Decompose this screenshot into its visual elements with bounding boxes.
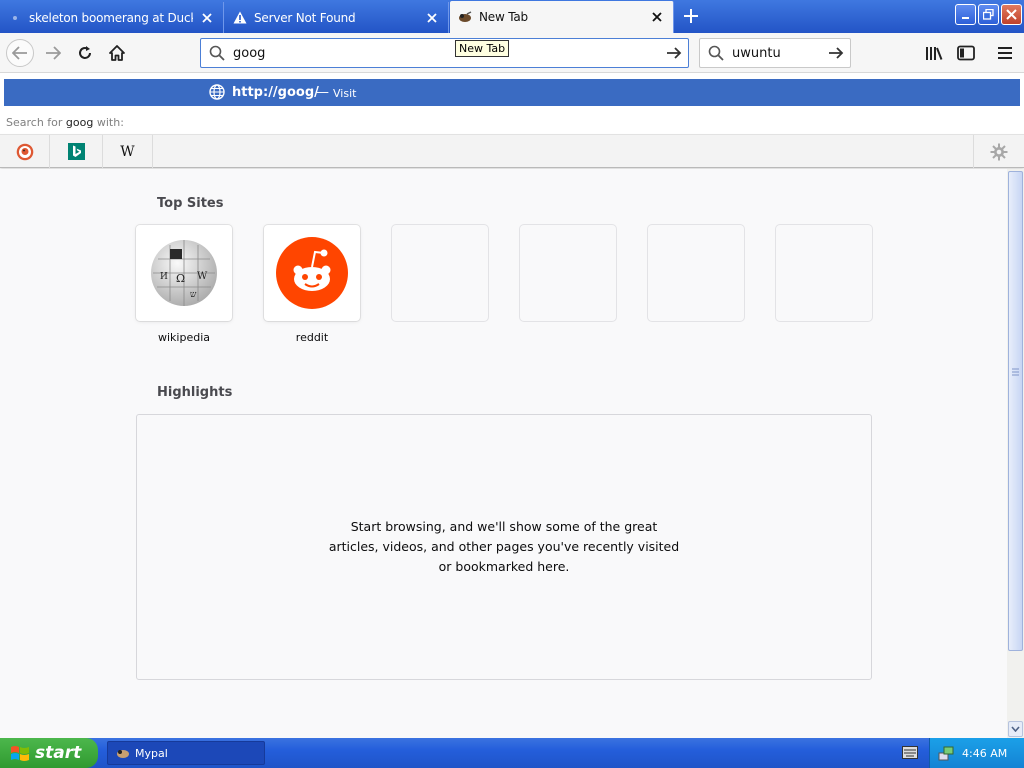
sidebar-button[interactable] — [956, 43, 976, 63]
close-tab-icon[interactable] — [649, 9, 665, 25]
vertical-scrollbar[interactable] — [1007, 169, 1024, 738]
warning-icon — [233, 11, 247, 25]
tab-tooltip: New Tab — [455, 40, 510, 57]
tab-title: Server Not Found — [254, 10, 356, 25]
top-site-wikipedia[interactable]: Ω W И ש — [136, 225, 232, 321]
one-off-search-bar: W — [0, 134, 1024, 168]
network-icon[interactable] — [938, 745, 954, 761]
new-tab-page: Top Sites Ω W И ש wikipedia reddit Highl… — [0, 169, 1007, 738]
tab-duckduckgo[interactable]: skeleton boomerang at DuckDuckGo — [0, 2, 224, 33]
svg-text:ש: ש — [190, 290, 197, 300]
top-site-label: wikipedia — [157, 331, 210, 344]
gear-icon — [990, 143, 1008, 160]
hamburger-menu-icon — [998, 47, 1012, 59]
url-input[interactable] — [233, 45, 633, 61]
duckduckgo-icon — [8, 11, 22, 25]
wikipedia-w-icon: W — [120, 143, 135, 160]
search-with-label: Search for goog with: — [6, 116, 124, 129]
reddit-icon — [276, 237, 348, 309]
minimize-icon — [961, 16, 969, 19]
menu-button[interactable] — [995, 43, 1015, 63]
minimize-button[interactable] — [955, 4, 976, 25]
bing-engine-button[interactable] — [50, 135, 103, 168]
suggestion-action: Visit — [333, 87, 357, 100]
top-site-reddit[interactable] — [264, 225, 360, 321]
home-button[interactable] — [103, 39, 131, 67]
mypal-icon — [117, 750, 129, 758]
scrollbar-thumb[interactable] — [1008, 171, 1023, 651]
back-button[interactable] — [6, 39, 34, 67]
task-label: Mypal — [135, 746, 168, 760]
tab-new-tab[interactable]: New Tab — [450, 1, 674, 33]
svg-text:W: W — [197, 271, 208, 282]
tab-title: New Tab — [479, 10, 528, 24]
chevron-down-icon — [1011, 726, 1020, 732]
windows-taskbar: start Mypal 4:46 AM — [0, 738, 1024, 768]
top-site-empty-slot — [776, 225, 872, 321]
highlights-message: Start browsing, and we'll show some of t… — [328, 519, 680, 574]
search-settings-button[interactable] — [973, 135, 1024, 168]
home-icon — [109, 45, 125, 61]
close-tab-icon[interactable] — [424, 10, 440, 26]
highlights-empty-state: Start browsing, and we'll show some of t… — [136, 414, 872, 680]
system-tray: 4:46 AM — [929, 738, 1024, 768]
wikipedia-globe-icon: Ω W И ש — [151, 240, 217, 306]
start-label: start — [35, 743, 82, 763]
close-icon — [1006, 9, 1017, 20]
restore-icon — [983, 9, 994, 20]
search-input[interactable] — [732, 45, 822, 61]
taskbar-item-mypal[interactable]: Mypal — [107, 741, 265, 765]
top-site-empty-slot — [520, 225, 616, 321]
start-button[interactable]: start — [0, 738, 98, 768]
svg-text:И: И — [160, 272, 168, 282]
back-arrow-icon — [12, 46, 27, 60]
suggestion-separator: — — [316, 85, 329, 100]
close-window-button[interactable] — [1001, 4, 1022, 25]
autocomplete-suggestion[interactable]: http://goog/ — Visit — [4, 79, 1020, 106]
suggestion-url: http://goog/ — [232, 85, 319, 100]
mypal-icon — [458, 10, 472, 24]
tab-server-not-found[interactable]: Server Not Found — [225, 2, 449, 33]
tab-strip: skeleton boomerang at DuckDuckGo Server … — [0, 0, 1024, 33]
reload-icon — [79, 46, 91, 59]
forward-button[interactable] — [39, 39, 67, 67]
svg-text:Ω: Ω — [176, 272, 185, 285]
library-button[interactable] — [924, 43, 944, 63]
highlights-heading: Highlights — [157, 385, 233, 400]
top-site-label: reddit — [295, 331, 329, 344]
clock[interactable]: 4:46 AM — [962, 747, 1007, 760]
top-site-empty-slot — [648, 225, 744, 321]
grip-icon — [1012, 368, 1019, 376]
duckduckgo-engine-button[interactable] — [0, 135, 50, 168]
top-site-empty-slot — [392, 225, 488, 321]
library-icon — [926, 47, 943, 60]
scroll-down-button[interactable] — [1008, 721, 1023, 737]
windows-flag-icon — [11, 746, 29, 761]
wikipedia-engine-button[interactable]: W — [103, 135, 153, 168]
search-query: goog — [65, 116, 94, 129]
plus-icon — [684, 9, 698, 23]
bing-icon — [67, 143, 85, 160]
url-bar[interactable] — [200, 38, 689, 68]
globe-icon — [209, 84, 225, 100]
go-arrow-icon[interactable] — [828, 45, 844, 61]
reload-button[interactable] — [71, 39, 99, 67]
restore-button[interactable] — [978, 4, 999, 25]
tab-title: skeleton boomerang at DuckDuckGo — [29, 10, 193, 25]
top-sites-heading: Top Sites — [157, 196, 224, 211]
search-icon — [708, 45, 724, 61]
sidebar-icon — [957, 45, 975, 61]
navigation-toolbar — [0, 33, 1024, 73]
new-tab-button[interactable] — [679, 5, 703, 27]
forward-arrow-icon — [46, 46, 61, 60]
search-bar[interactable] — [699, 38, 851, 68]
search-icon — [209, 45, 225, 61]
keyboard-icon[interactable] — [902, 746, 918, 759]
duckduckgo-icon — [16, 143, 33, 160]
close-tab-icon[interactable] — [199, 10, 215, 26]
go-arrow-icon[interactable] — [666, 45, 682, 61]
